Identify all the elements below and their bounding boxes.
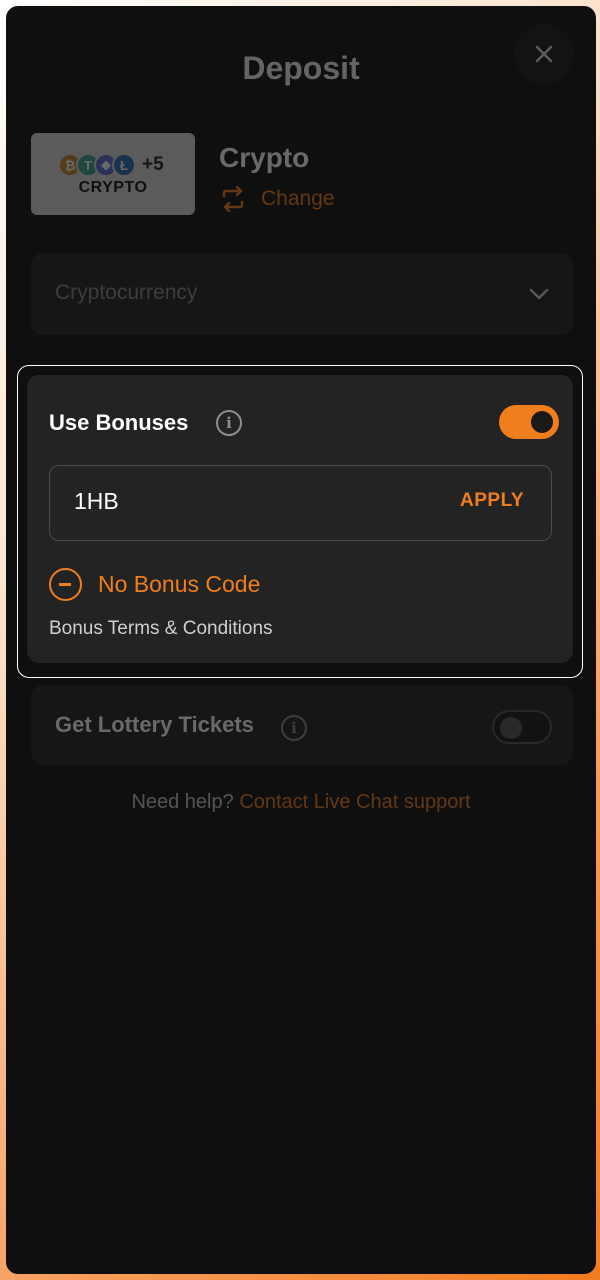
info-icon[interactable]: i — [216, 410, 242, 436]
lottery-title: Get Lottery Tickets — [55, 712, 254, 737]
close-icon — [535, 45, 553, 63]
lottery-tickets-card: Get Lottery Tickets i — [31, 685, 573, 765]
page-title: Deposit — [242, 50, 360, 86]
no-bonus-code-label: No Bonus Code — [98, 571, 261, 597]
payment-method-thumbnail: ₿ T ◆ Ł +5 CRYPTO — [31, 133, 195, 215]
select-placeholder: Cryptocurrency — [55, 281, 198, 304]
litecoin-icon: Ł — [112, 153, 136, 177]
bonus-code-input[interactable] — [74, 488, 414, 515]
change-method-button[interactable]: Change — [219, 186, 335, 212]
no-bonus-code-option[interactable]: No Bonus Code — [49, 568, 260, 601]
use-bonuses-card: Use Bonuses i APPLY No Bonus Code Bonus … — [27, 375, 573, 663]
use-bonuses-title: Use Bonuses — [49, 410, 189, 435]
close-button[interactable] — [514, 24, 574, 84]
swap-arrows-icon — [222, 186, 244, 212]
toggle-knob — [500, 717, 522, 739]
live-chat-link[interactable]: Contact Live Chat support — [239, 791, 470, 813]
thumbnail-label: CRYPTO — [78, 179, 148, 196]
info-icon[interactable]: i — [281, 715, 307, 741]
payment-method-name: Crypto — [219, 142, 310, 173]
change-label: Change — [261, 187, 335, 210]
bonus-terms-link[interactable]: Bonus Terms & Conditions — [49, 618, 273, 640]
use-bonuses-toggle[interactable] — [499, 405, 559, 439]
toggle-knob — [531, 411, 553, 433]
minus-circle-icon — [49, 568, 82, 601]
chevron-down-icon — [529, 288, 549, 300]
apply-button[interactable]: APPLY — [460, 490, 524, 512]
deposit-modal: Deposit ₿ T ◆ Ł +5 CRYPTO Crypto Change — [6, 6, 596, 1274]
help-prefix: Need help? — [131, 791, 240, 813]
bonus-code-field: APPLY — [49, 465, 552, 541]
help-text: Need help? Contact Live Chat support — [6, 791, 596, 814]
lottery-toggle[interactable] — [492, 710, 552, 744]
coins-more-count: +5 — [142, 154, 164, 175]
cryptocurrency-select[interactable]: Cryptocurrency — [31, 253, 573, 335]
